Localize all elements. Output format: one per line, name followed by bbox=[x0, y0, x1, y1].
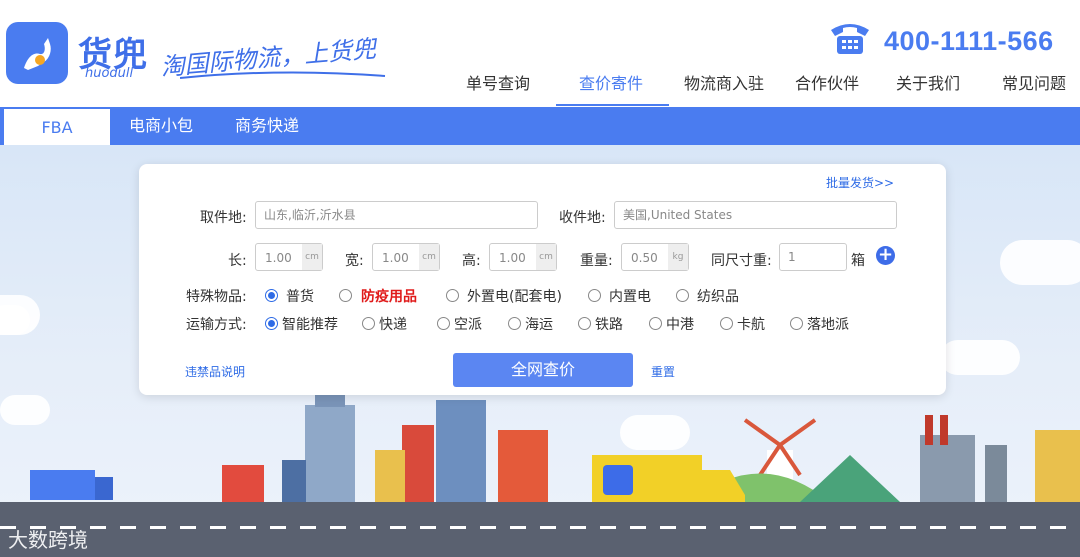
option-express[interactable]: 快递 bbox=[379, 314, 407, 334]
option-textiles[interactable]: 纺织品 bbox=[697, 286, 739, 306]
road-markings bbox=[0, 526, 1080, 529]
option-external-battery[interactable]: 外置电(配套电) bbox=[467, 286, 562, 306]
option-internal-battery[interactable]: 内置电 bbox=[609, 286, 651, 306]
radio-air-delivery[interactable] bbox=[437, 317, 450, 330]
option-epidemic-supplies[interactable]: 防疫用品 bbox=[361, 286, 417, 306]
weight-label: 重量: bbox=[580, 253, 613, 269]
tab-ecommerce-parcel[interactable]: 电商小包 bbox=[118, 107, 204, 145]
reset-link[interactable]: 重置 bbox=[651, 363, 675, 380]
width-label: 宽: bbox=[345, 253, 364, 269]
option-railway[interactable]: 铁路 bbox=[595, 314, 623, 334]
radio-express[interactable] bbox=[362, 317, 375, 330]
pickup-location-input[interactable]: 山东,临沂,沂水县 bbox=[255, 201, 538, 229]
watermark: 大数跨境 bbox=[8, 528, 88, 552]
radio-sea-freight[interactable] bbox=[508, 317, 521, 330]
nav-price-query[interactable]: 查价寄件 bbox=[579, 70, 643, 94]
telephone-icon bbox=[831, 24, 869, 54]
special-goods-label: 特殊物品: bbox=[186, 289, 247, 305]
road bbox=[0, 502, 1080, 557]
radio-smart-recommend[interactable] bbox=[265, 317, 278, 330]
nav-active-indicator bbox=[556, 104, 669, 106]
height-label: 高: bbox=[462, 253, 481, 269]
add-package-icon[interactable]: + bbox=[876, 246, 895, 265]
height-input[interactable]: 1.00 cm bbox=[489, 243, 557, 271]
nav-carrier-join[interactable]: 物流商入驻 bbox=[684, 70, 764, 94]
prohibited-items-link[interactable]: 违禁品说明 bbox=[185, 363, 245, 380]
width-input[interactable]: 1.00 cm bbox=[372, 243, 440, 271]
radio-china-hk[interactable] bbox=[649, 317, 662, 330]
transport-mode-label: 运输方式: bbox=[186, 317, 247, 333]
site-header: 货兜 huodull 淘国际物流，上货兜 400-1111-566 单号查询 查… bbox=[0, 0, 1080, 106]
service-tabs: FBA 电商小包 商务快递 bbox=[0, 107, 1080, 145]
radio-last-mile[interactable] bbox=[790, 317, 803, 330]
radio-epidemic-supplies[interactable] bbox=[339, 289, 352, 302]
receive-label: 收件地: bbox=[559, 210, 606, 226]
nav-about[interactable]: 关于我们 bbox=[896, 70, 960, 94]
radio-truck-freight[interactable] bbox=[720, 317, 733, 330]
nav-partners[interactable]: 合作伙伴 bbox=[795, 70, 859, 94]
radio-external-battery[interactable] bbox=[446, 289, 459, 302]
receive-location-input[interactable]: 美国,United States bbox=[614, 201, 897, 229]
box-quantity-input[interactable]: 1 bbox=[779, 243, 847, 271]
same-size-label: 同尺寸重: bbox=[711, 253, 772, 269]
option-last-mile[interactable]: 落地派 bbox=[807, 314, 849, 334]
option-china-hk[interactable]: 中港 bbox=[666, 314, 694, 334]
nav-tracking[interactable]: 单号查询 bbox=[466, 70, 530, 94]
option-truck-freight[interactable]: 卡航 bbox=[737, 314, 765, 334]
option-smart-recommend[interactable]: 智能推荐 bbox=[282, 314, 338, 334]
radio-general-goods[interactable] bbox=[265, 289, 278, 302]
weight-input[interactable]: 0.50 kg bbox=[621, 243, 689, 271]
pickup-label: 取件地: bbox=[200, 210, 247, 226]
main-nav: 单号查询 查价寄件 物流商入驻 合作伙伴 关于我们 常见问题 bbox=[0, 62, 1080, 106]
tab-fba[interactable]: FBA bbox=[4, 109, 110, 145]
radio-internal-battery[interactable] bbox=[588, 289, 601, 302]
box-unit-label: 箱 bbox=[851, 253, 865, 269]
radio-railway[interactable] bbox=[578, 317, 591, 330]
length-input[interactable]: 1.00 cm bbox=[255, 243, 323, 271]
option-general-goods[interactable]: 普货 bbox=[286, 286, 314, 306]
tab-business-express[interactable]: 商务快递 bbox=[224, 107, 310, 145]
hotline-number: 400-1111-566 bbox=[884, 26, 1054, 56]
nav-faq[interactable]: 常见问题 bbox=[1002, 70, 1066, 94]
search-price-button[interactable]: 全网查价 bbox=[453, 353, 633, 387]
option-air-delivery[interactable]: 空派 bbox=[454, 314, 482, 334]
length-label: 长: bbox=[228, 253, 247, 269]
radio-textiles[interactable] bbox=[676, 289, 689, 302]
option-sea-freight[interactable]: 海运 bbox=[525, 314, 553, 334]
batch-shipping-link[interactable]: 批量发货>> bbox=[826, 174, 894, 191]
